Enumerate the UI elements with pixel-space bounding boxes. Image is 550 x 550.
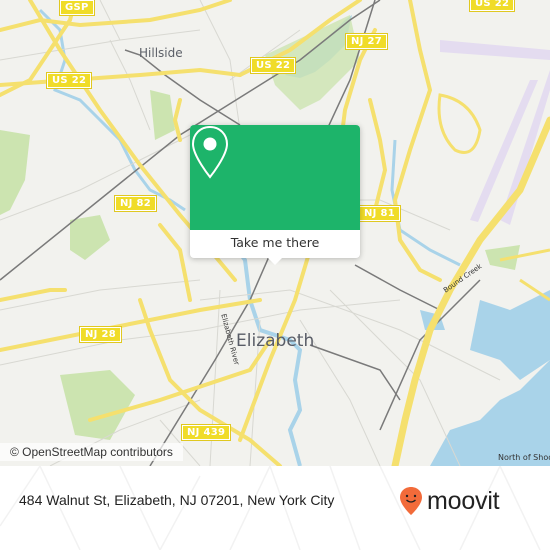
- park: [70, 215, 110, 260]
- footer: 484 Walnut St, Elizabeth, NJ 07201, New …: [0, 466, 550, 550]
- bay-water: [430, 360, 550, 466]
- map-attribution[interactable]: © OpenStreetMap contributors: [0, 443, 183, 461]
- location-popup: Take me there: [190, 125, 360, 265]
- address-text: 484 Walnut St, Elizabeth, NJ 07201, New …: [19, 492, 335, 508]
- moovit-pin-icon: [400, 487, 422, 515]
- road-shield-nj81: NJ 81: [358, 205, 401, 222]
- place-label-elizabeth: Elizabeth: [236, 331, 315, 351]
- road-shield-us22: US 22: [45, 72, 93, 89]
- road-shield-us22: US 22: [249, 57, 297, 74]
- runway: [440, 40, 550, 60]
- moovit-logo: moovit: [399, 486, 500, 516]
- park: [0, 130, 30, 215]
- port-water: [470, 290, 550, 380]
- road-shield-nj439: NJ 439: [180, 424, 232, 441]
- road-shield-us22: US 22: [468, 0, 516, 12]
- map-pin-icon: [191, 125, 229, 179]
- road-shield-nj27: NJ 27: [345, 33, 388, 50]
- moovit-wordmark: moovit: [427, 486, 500, 515]
- park: [150, 90, 175, 140]
- popup-header: [190, 125, 360, 230]
- map-view[interactable]: GSP US 22 US 22 US 22 NJ 27 NJ 82 NJ 81 …: [0, 0, 550, 466]
- road-shield-nj82: NJ 82: [114, 195, 157, 212]
- park: [60, 370, 135, 440]
- road-shield-nj28: NJ 28: [79, 326, 122, 343]
- place-label-hillside: Hillside: [139, 46, 183, 60]
- place-label-north-of-shooters: North of Shoo: [498, 453, 550, 462]
- take-me-there-button[interactable]: Take me there: [190, 230, 360, 258]
- popup-tail: [267, 257, 283, 265]
- road-shield-gsp: GSP: [59, 0, 95, 16]
